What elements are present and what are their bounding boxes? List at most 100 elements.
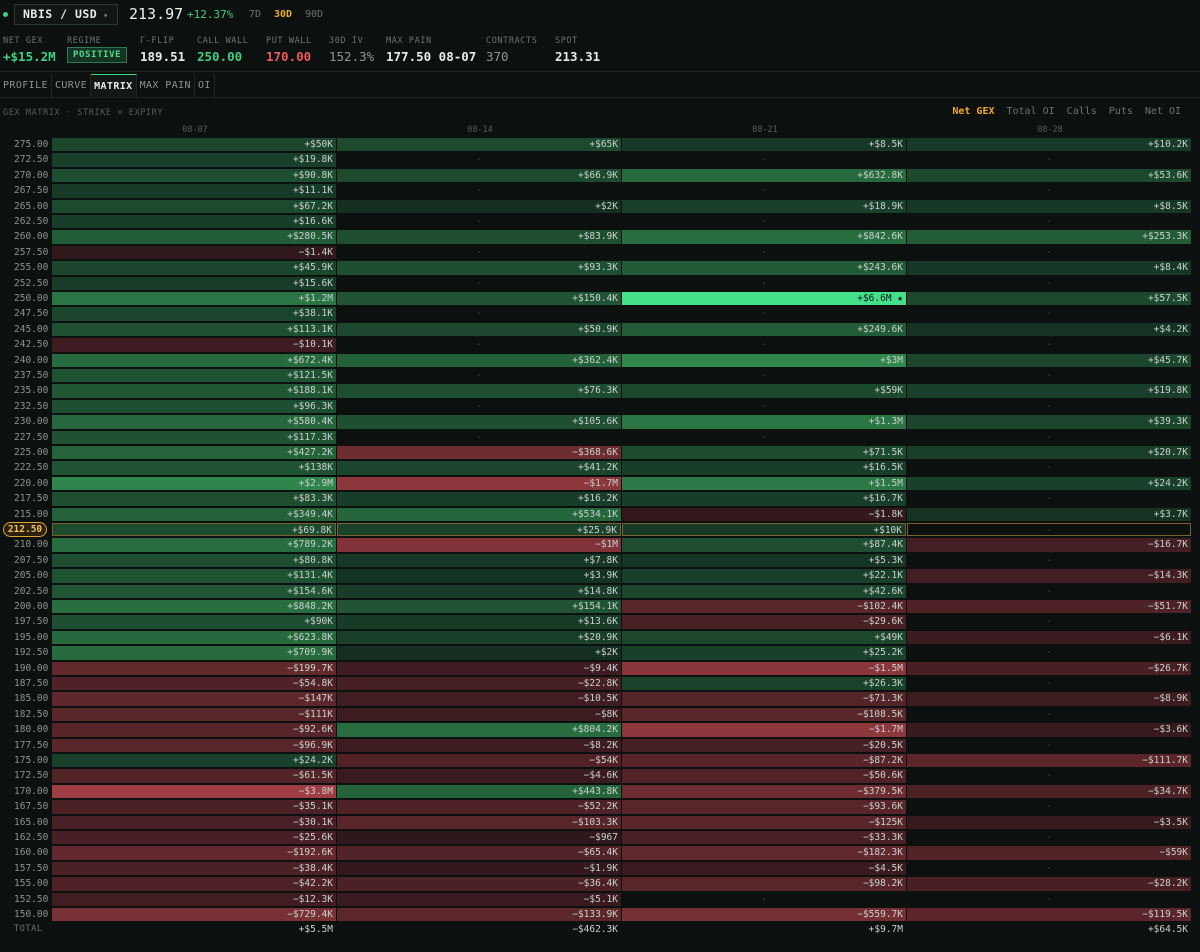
gex-cell[interactable]: +$57.5K xyxy=(907,292,1191,306)
gex-cell[interactable]: −$92.6K xyxy=(52,723,336,737)
mode-total-oi[interactable]: Total OI xyxy=(1007,106,1055,117)
gex-cell[interactable]: - xyxy=(907,431,1191,444)
gex-cell[interactable]: −$1.7M xyxy=(622,723,906,737)
gex-cell[interactable]: +$13.6K xyxy=(337,615,621,629)
gex-cell[interactable]: +$25.9K xyxy=(337,523,621,537)
tab-oi[interactable]: OI xyxy=(195,74,215,97)
gex-cell[interactable]: +$71.5K xyxy=(622,446,906,460)
gex-cell[interactable]: +$49K xyxy=(622,630,906,645)
gex-cell[interactable]: +$45.7K xyxy=(907,353,1191,367)
gex-cell[interactable]: +$2K xyxy=(337,646,621,660)
gex-cell[interactable]: +$709.9K xyxy=(52,646,336,660)
total-cell[interactable]: +$5.5M xyxy=(52,923,336,936)
gex-cell[interactable]: +$154.6K xyxy=(52,584,336,598)
gex-cell[interactable]: +$39.3K xyxy=(907,415,1191,429)
gex-cell[interactable]: +$93.3K xyxy=(337,261,621,275)
gex-cell[interactable]: +$280.5K xyxy=(52,230,336,244)
gex-cell[interactable]: −$50.6K xyxy=(622,769,906,783)
gex-cell[interactable]: −$147K xyxy=(52,692,336,706)
gex-cell[interactable]: +$8.5K xyxy=(907,199,1191,213)
gex-cell[interactable]: +$2.9M xyxy=(52,476,336,491)
gex-cell[interactable]: +$19.8K xyxy=(907,384,1191,398)
gex-cell[interactable]: +$15.6K xyxy=(52,276,336,290)
mode-puts[interactable]: Puts xyxy=(1109,106,1133,117)
gex-cell[interactable]: - xyxy=(622,400,906,413)
gex-cell[interactable]: −$14.3K xyxy=(907,569,1191,583)
gex-cell[interactable]: +$20.7K xyxy=(907,446,1191,460)
gex-cell[interactable]: +$65K xyxy=(337,138,621,152)
gex-cell[interactable]: −$559.7K xyxy=(622,908,906,922)
gex-cell[interactable]: +$50K xyxy=(52,138,336,152)
gex-cell[interactable]: - xyxy=(907,800,1191,813)
gex-cell[interactable]: - xyxy=(907,862,1191,875)
gex-cell[interactable]: - xyxy=(337,307,621,320)
range-7d-button[interactable]: 7D xyxy=(249,9,261,20)
gex-cell[interactable]: −$1.9K xyxy=(337,861,621,876)
gex-cell[interactable]: −$26.7K xyxy=(907,661,1191,675)
gex-cell[interactable]: −$111K xyxy=(52,707,336,722)
gex-cell[interactable]: +$672.4K xyxy=(52,353,336,367)
gex-cell[interactable]: - xyxy=(622,369,906,382)
mode-net-gex[interactable]: Net GEX xyxy=(952,106,994,117)
gex-cell[interactable]: −$108.5K xyxy=(622,707,906,722)
gex-cell[interactable]: +$24.2K xyxy=(907,476,1191,491)
gex-cell[interactable]: −$119.5K xyxy=(907,908,1191,922)
gex-cell[interactable]: −$12.3K xyxy=(52,892,336,906)
gex-cell[interactable]: +$16.2K xyxy=(337,492,621,506)
gex-cell[interactable]: +$443.8K xyxy=(337,784,621,799)
gex-cell[interactable]: - xyxy=(907,184,1191,197)
gex-cell[interactable]: +$69.8K xyxy=(52,523,336,537)
gex-cell[interactable]: - xyxy=(622,184,906,197)
gex-cell[interactable]: +$45.9K xyxy=(52,261,336,275)
gex-cell[interactable]: - xyxy=(622,246,906,259)
gex-cell[interactable]: +$121.5K xyxy=(52,369,336,383)
gex-cell[interactable]: +$8.4K xyxy=(907,261,1191,275)
gex-cell[interactable]: +$3.9K xyxy=(337,569,621,583)
gex-cell[interactable]: +$11.1K xyxy=(52,184,336,198)
gex-cell[interactable]: - xyxy=(907,215,1191,228)
gex-cell[interactable]: −$25.6K xyxy=(52,831,336,845)
gex-cell[interactable]: +$842.6K xyxy=(622,230,906,244)
gex-cell[interactable]: - xyxy=(907,708,1191,721)
gex-cell[interactable]: −$38.4K xyxy=(52,861,336,876)
total-cell[interactable]: +$64.5K xyxy=(907,923,1191,936)
gex-cell[interactable]: - xyxy=(907,646,1191,659)
gex-cell[interactable]: +$59K xyxy=(622,384,906,398)
gex-cell[interactable]: −$87.2K xyxy=(622,754,906,768)
gex-cell[interactable]: +$18.9K xyxy=(622,199,906,213)
gex-cell[interactable]: - xyxy=(907,739,1191,752)
gex-cell[interactable]: −$51.7K xyxy=(907,600,1191,614)
gex-cell[interactable]: - xyxy=(907,769,1191,782)
gex-cell[interactable]: +$90.8K xyxy=(52,168,336,183)
gex-cell[interactable]: +$4.2K xyxy=(907,322,1191,337)
gex-cell[interactable]: −$98.2K xyxy=(622,877,906,891)
gex-cell[interactable]: −$36.4K xyxy=(337,877,621,891)
gex-cell[interactable]: +$8.5K xyxy=(622,138,906,152)
gex-cell[interactable]: −$4.5K xyxy=(622,861,906,876)
gex-cell[interactable]: −$5.1K xyxy=(337,892,621,906)
gex-cell[interactable]: −$1.5M xyxy=(622,661,906,675)
gex-cell[interactable]: +$534.1K xyxy=(337,507,621,521)
gex-cell[interactable]: - xyxy=(337,338,621,351)
gex-cell[interactable]: - xyxy=(907,585,1191,598)
gex-cell[interactable]: - xyxy=(907,615,1191,628)
gex-cell[interactable]: - xyxy=(907,277,1191,290)
gex-cell[interactable]: +$87.4K xyxy=(622,538,906,552)
gex-cell[interactable]: +$5.3K xyxy=(622,553,906,568)
gex-cell[interactable]: - xyxy=(907,677,1191,690)
gex-cell[interactable]: +$76.3K xyxy=(337,384,621,398)
gex-cell[interactable]: +$10.2K xyxy=(907,138,1191,152)
gex-cell[interactable]: −$199.7K xyxy=(52,661,336,675)
gex-cell[interactable]: +$50.9K xyxy=(337,322,621,337)
gex-cell[interactable]: +$20.9K xyxy=(337,630,621,645)
gex-cell[interactable]: −$30.1K xyxy=(52,815,336,829)
gex-cell[interactable]: −$192.6K xyxy=(52,846,336,860)
gex-cell[interactable]: +$16.7K xyxy=(622,492,906,506)
gex-cell[interactable]: +$623.8K xyxy=(52,630,336,645)
tab-curve[interactable]: CURVE xyxy=(52,74,92,97)
gex-cell[interactable]: - xyxy=(907,523,1191,537)
gex-cell[interactable]: −$3.8M xyxy=(52,784,336,799)
gex-cell[interactable]: +$80.8K xyxy=(52,553,336,568)
gex-cell[interactable]: - xyxy=(622,215,906,228)
gex-cell[interactable]: +$1.2M xyxy=(52,292,336,306)
